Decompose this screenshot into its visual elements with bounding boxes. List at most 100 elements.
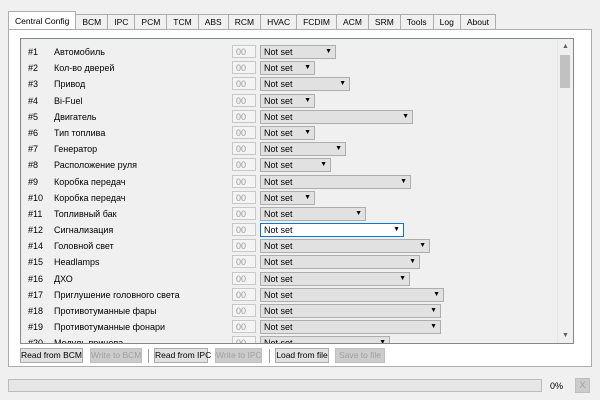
row-value-dropdown[interactable]: Not set ▼ — [260, 142, 346, 157]
close-button[interactable]: X — [575, 378, 590, 393]
row-value-dropdown[interactable]: Not set ▼ — [260, 336, 390, 343]
row-code-field[interactable]: 00 — [232, 142, 256, 156]
scroll-thumb[interactable] — [560, 55, 570, 88]
dropdown-value: Not set — [264, 257, 293, 268]
config-row: #7 Генератор 00 Not set ▼ — [21, 141, 559, 157]
row-code-field[interactable]: 00 — [232, 320, 256, 334]
tab-about[interactable]: About — [459, 14, 497, 29]
row-code-field[interactable]: 00 — [232, 109, 256, 123]
row-code-field[interactable]: 00 — [232, 304, 256, 317]
row-code-field[interactable]: 00 — [232, 125, 256, 139]
tab-pcm[interactable]: PCM — [134, 14, 168, 29]
row-code-field[interactable]: 00 — [232, 45, 256, 58]
dropdown-value: Not set — [264, 289, 293, 300]
row-value-dropdown[interactable]: Not set ▼ — [260, 190, 315, 205]
row-value-dropdown[interactable]: Not set ▼ — [260, 125, 315, 140]
row-code-field[interactable]: 00 — [232, 223, 256, 237]
row-code-field[interactable]: 00 — [232, 239, 256, 253]
row-label: Расположение руля — [54, 160, 138, 171]
row-label: Топливный бак — [54, 208, 117, 219]
row-code-field[interactable]: 00 — [232, 174, 256, 188]
save-to-file-button[interactable]: Save to file — [335, 348, 385, 363]
central-config-panel: #1 Автомобиль 00 Not set ▼ #2 Кол-во дверей 00 N… — [8, 29, 592, 367]
tab-abs[interactable]: ABS — [197, 14, 229, 29]
row-number: #9 — [28, 176, 39, 187]
row-code-field[interactable]: 00 — [232, 190, 256, 204]
row-code-field[interactable]: 00 — [232, 158, 256, 172]
vertical-scrollbar[interactable]: ▲ ▼ — [557, 39, 573, 343]
config-row: #20 Модуль прицепа 00 Not set ▼ — [21, 335, 559, 344]
config-row: #8 Расположение руля 00 Not set ▼ — [21, 157, 559, 173]
load-from-file-button[interactable]: Load from file — [275, 348, 329, 363]
row-number: #16 — [28, 273, 44, 284]
row-number: #18 — [28, 306, 44, 316]
tab-central-config[interactable]: Central Config — [8, 11, 77, 29]
row-code-field[interactable]: 00 — [232, 61, 256, 75]
chevron-down-icon: ▼ — [419, 242, 426, 250]
row-value-dropdown[interactable]: Not set ▼ — [260, 77, 350, 92]
tab-tools[interactable]: Tools — [399, 14, 434, 29]
row-value-dropdown[interactable]: Not set ▼ — [260, 174, 411, 189]
row-value-dropdown[interactable]: Not set ▼ — [260, 93, 315, 108]
dropdown-value: Not set — [264, 144, 293, 155]
tab-tcm[interactable]: TCM — [166, 14, 199, 29]
row-value-dropdown[interactable]: Not set ▼ — [260, 109, 413, 124]
row-label: Тип топлива — [54, 127, 106, 138]
config-row: #15 Headlamps 00 Not set ▼ — [21, 254, 559, 270]
tab-bcm[interactable]: BCM — [75, 14, 109, 29]
read-from-bcm-button[interactable]: Read from BCM — [20, 348, 83, 363]
config-row: #3 Привод 00 Not set ▼ — [21, 76, 559, 92]
tab-log[interactable]: Log — [432, 14, 461, 29]
tab-bar: Central Config BCM IPC PCM TCM ABS RCM HVAC FCDI… — [8, 11, 497, 29]
read-from-ipc-button[interactable]: Read from IPC — [154, 348, 211, 363]
row-value-dropdown[interactable]: Not set ▼ — [260, 304, 441, 318]
row-code-field[interactable]: 00 — [232, 271, 256, 285]
row-value-dropdown[interactable]: Not set ▼ — [260, 206, 366, 221]
row-code-field[interactable]: 00 — [232, 336, 256, 343]
tab-ipc[interactable]: IPC — [107, 14, 136, 29]
config-rows: #1 Автомобиль 00 Not set ▼ #2 Кол-во дверей 00 N… — [21, 44, 559, 344]
row-value-dropdown[interactable]: Not set ▼ — [260, 239, 430, 254]
row-value-dropdown[interactable]: Not set ▼ — [260, 61, 315, 76]
tab-hvac[interactable]: HVAC — [260, 14, 298, 29]
row-value-dropdown[interactable]: Not set ▼ — [260, 287, 444, 302]
dropdown-value: Not set — [264, 63, 293, 74]
config-row: #5 Двигатель 00 Not set ▼ — [21, 109, 559, 125]
row-code-field[interactable]: 00 — [232, 255, 256, 269]
dropdown-value: Not set — [264, 79, 293, 90]
row-value-dropdown[interactable]: Not set ▼ — [260, 271, 410, 286]
row-value-dropdown[interactable]: Not set ▼ — [260, 223, 404, 238]
row-value-dropdown[interactable]: Not set ▼ — [260, 158, 331, 173]
row-label: Генератор — [54, 144, 98, 155]
scroll-down-arrow-icon[interactable]: ▼ — [558, 328, 573, 343]
scroll-up-arrow-icon[interactable]: ▲ — [558, 39, 573, 54]
chevron-down-icon: ▼ — [402, 112, 409, 120]
row-number: #2 — [28, 63, 39, 74]
config-row: #18 Противотуманные фары 00 Not set ▼ — [21, 303, 559, 319]
chevron-down-icon: ▼ — [320, 161, 327, 169]
row-label: Bi-Fuel — [54, 95, 83, 106]
config-row: #17 Приглушение головного света 00 Not set ▼ — [21, 287, 559, 303]
tab-srm[interactable]: SRM — [367, 14, 401, 29]
chevron-down-icon: ▼ — [304, 96, 311, 104]
write-to-ipc-button[interactable]: Write to IPC — [215, 348, 262, 363]
tab-rcm[interactable]: RCM — [227, 14, 262, 29]
tab-fcdim[interactable]: FCDIM — [296, 14, 338, 29]
row-value-dropdown[interactable]: Not set ▼ — [260, 320, 441, 335]
button-separator — [269, 349, 270, 363]
config-row: #19 Противотуманные фонари 00 Not set ▼ — [21, 319, 559, 335]
tab-acm[interactable]: ACM — [336, 14, 369, 29]
row-code-field[interactable]: 00 — [232, 77, 256, 91]
row-code-field[interactable]: 00 — [232, 287, 256, 301]
row-value-dropdown[interactable]: Not set ▼ — [260, 45, 336, 59]
row-label: Модуль прицепа — [54, 338, 124, 344]
row-code-field[interactable]: 00 — [232, 93, 256, 107]
write-to-bcm-button[interactable]: Write to BCM — [90, 348, 142, 363]
row-number: #5 — [28, 111, 39, 122]
config-row: #6 Тип топлива 00 Not set ▼ — [21, 125, 559, 141]
row-code-field[interactable]: 00 — [232, 206, 256, 220]
progress-percent-text: 0% — [550, 381, 564, 391]
progress-bar — [8, 379, 542, 392]
row-value-dropdown[interactable]: Not set ▼ — [260, 255, 420, 270]
row-number: #12 — [28, 225, 44, 236]
